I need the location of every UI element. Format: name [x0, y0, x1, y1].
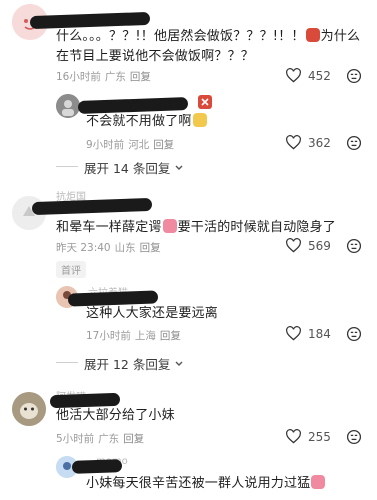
expand-replies-button[interactable]: 展开 12 条回复: [84, 354, 184, 373]
like-button[interactable]: 362: [285, 135, 331, 150]
dislike-icon[interactable]: [346, 429, 362, 445]
like-button[interactable]: 569: [285, 238, 331, 253]
expand-replies-button[interactable]: 展开 14 条回复: [84, 158, 184, 177]
comment-text: 这种人大家还是要远离: [86, 306, 219, 321]
avatar[interactable]: [56, 94, 80, 118]
heart-icon: [286, 429, 301, 444]
comment-text: 和晕车一样薛定谔 要干活的时候就自动隐身了: [56, 219, 337, 235]
emoji-icon: [305, 28, 320, 42]
like-count: 452: [308, 68, 331, 83]
like-count: 569: [308, 238, 331, 253]
redacted-username: [71, 459, 123, 474]
dislike-icon[interactable]: [346, 326, 362, 342]
like-count: 362: [308, 135, 331, 150]
dislike-icon[interactable]: [346, 135, 362, 151]
comment-text: 他活大部分给了小妹: [56, 408, 175, 423]
emoji-icon: [192, 113, 207, 127]
comment-meta: 昨天 23:40 山东 回复: [56, 242, 161, 254]
like-button[interactable]: 452: [285, 68, 331, 83]
comment-2: 抗炬国 和晕车一样薛定谔 要干活的时候就自动隐身了 昨天 23:40 山东 回复 56…: [0, 188, 377, 258]
like-count: 255: [308, 429, 331, 444]
dislike-icon[interactable]: [346, 238, 362, 254]
like-button[interactable]: 255: [285, 429, 331, 444]
comment-text-part1: 什么。。。？？!！他居然会做饭？？？!！！: [56, 29, 305, 44]
comment-text: 不会就不用做了啊: [86, 112, 208, 132]
heart-icon: [286, 68, 301, 83]
heart-icon: [286, 238, 301, 253]
comment-text: 什么。。。？？!！他居然会做饭？？？!！！ 为什么在节目上要说他不会做饭啊？？？: [56, 27, 366, 67]
chevron-down-icon: [175, 361, 183, 366]
chevron-down-icon: [175, 165, 183, 170]
comment-meta: 16小时前 广东 回复: [56, 71, 151, 83]
like-button[interactable]: 184: [285, 326, 331, 341]
first-comment-badge: 首评: [56, 261, 86, 278]
redacted-username: [31, 197, 153, 216]
emoji-icon: [311, 475, 326, 489]
reply-button[interactable]: 回复: [160, 330, 181, 342]
heart-icon: [286, 135, 301, 150]
like-count: 184: [308, 326, 331, 341]
expand-divider: [56, 166, 78, 167]
comment-text: 小妹每天很辛苦还被一群人说用力过猛: [86, 474, 326, 494]
heart-icon: [286, 326, 301, 341]
reply-3: momo 小妹每天很辛苦还被一群人说用力过猛: [0, 454, 377, 500]
dislike-icon[interactable]: [346, 68, 362, 84]
reply-1: 不会就不用做了啊 9小时前 河北 回复 362: [0, 90, 377, 151]
emoji-icon: [162, 219, 177, 233]
comment-meta: 5小时前 广东 回复: [56, 433, 145, 445]
comment-1: 什么。。。？？!！他居然会做饭？？？!！！ 为什么在节目上要说他不会做饭啊？？？ …: [0, 0, 377, 90]
reply-button[interactable]: 回复: [130, 71, 151, 83]
comment-meta: 17小时前 上海 回复: [86, 330, 181, 342]
reply-2: 六拉着猫 这种人大家还是要远离 17小时前上海回复 184: [0, 284, 377, 346]
angry-emoji-icon: [198, 95, 212, 109]
reply-button[interactable]: 回复: [140, 242, 161, 254]
expand-divider: [56, 362, 78, 363]
avatar[interactable]: [12, 392, 46, 426]
reply-button[interactable]: 回复: [153, 139, 174, 151]
comment-meta: 9小时前 河北 回复: [86, 139, 175, 151]
reply-button[interactable]: 回复: [123, 433, 144, 445]
comment-3: 阿发喵 他活大部分给了小妹 5小时前广东回复 255: [0, 388, 377, 448]
